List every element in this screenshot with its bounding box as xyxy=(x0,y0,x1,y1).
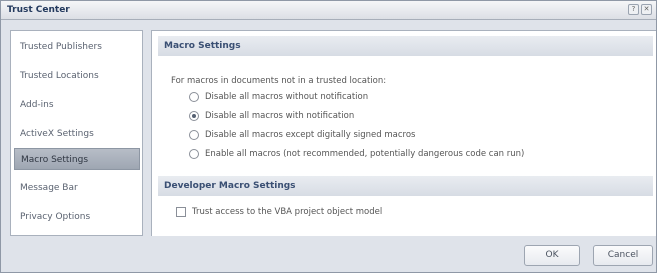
sidebar-item-trusted-locations[interactable]: Trusted Locations xyxy=(14,65,140,87)
radio-button[interactable] xyxy=(189,130,199,140)
radio-button[interactable] xyxy=(189,149,199,159)
checkbox-label: Trust access to the VBA project object m… xyxy=(192,207,383,217)
radio-enable-all[interactable]: Enable all macros (not recommended, pote… xyxy=(189,149,524,159)
sidebar-item-add-ins[interactable]: Add-ins xyxy=(14,94,140,116)
sidebar-item-privacy-options[interactable]: Privacy Options xyxy=(14,206,140,228)
radio-label: Enable all macros (not recommended, pote… xyxy=(205,149,525,159)
radio-label: Disable all macros with notification xyxy=(205,111,355,121)
sidebar-nav: Trusted Publishers Trusted Locations Add… xyxy=(10,30,143,236)
radio-button-selected[interactable] xyxy=(189,111,199,121)
title-bar: Trust Center ? ✕ xyxy=(1,1,656,20)
cancel-button[interactable]: Cancel xyxy=(593,245,653,266)
radio-disable-with-notification[interactable]: Disable all macros with notification xyxy=(189,111,354,121)
radio-disable-no-notification[interactable]: Disable all macros without notification xyxy=(189,92,368,102)
main-content: Macro Settings For macros in documents n… xyxy=(151,30,656,236)
radio-label: Disable all macros except digitally sign… xyxy=(205,130,416,140)
radio-button[interactable] xyxy=(189,92,199,102)
macro-settings-header: Macro Settings xyxy=(158,36,653,56)
sidebar-item-message-bar[interactable]: Message Bar xyxy=(14,177,140,199)
close-icon[interactable]: ✕ xyxy=(641,4,652,15)
macro-settings-intro: For macros in documents not in a trusted… xyxy=(171,76,387,86)
help-icon[interactable]: ? xyxy=(628,4,639,15)
title-buttons: ? ✕ xyxy=(628,4,652,15)
sidebar-item-trusted-publishers[interactable]: Trusted Publishers xyxy=(14,36,140,58)
sidebar-item-activex-settings[interactable]: ActiveX Settings xyxy=(14,123,140,145)
checkbox[interactable] xyxy=(176,207,186,217)
window-title: Trust Center xyxy=(7,5,70,15)
developer-macro-settings-header: Developer Macro Settings xyxy=(158,176,653,196)
trust-center-window: Trust Center ? ✕ Trusted Publishers Trus… xyxy=(0,0,657,273)
trust-vba-access-checkbox-row[interactable]: Trust access to the VBA project object m… xyxy=(176,207,382,217)
ok-button[interactable]: OK xyxy=(524,245,580,266)
sidebar-item-macro-settings[interactable]: Macro Settings xyxy=(14,148,140,170)
radio-disable-except-signed[interactable]: Disable all macros except digitally sign… xyxy=(189,130,415,140)
radio-label: Disable all macros without notification xyxy=(205,92,369,102)
